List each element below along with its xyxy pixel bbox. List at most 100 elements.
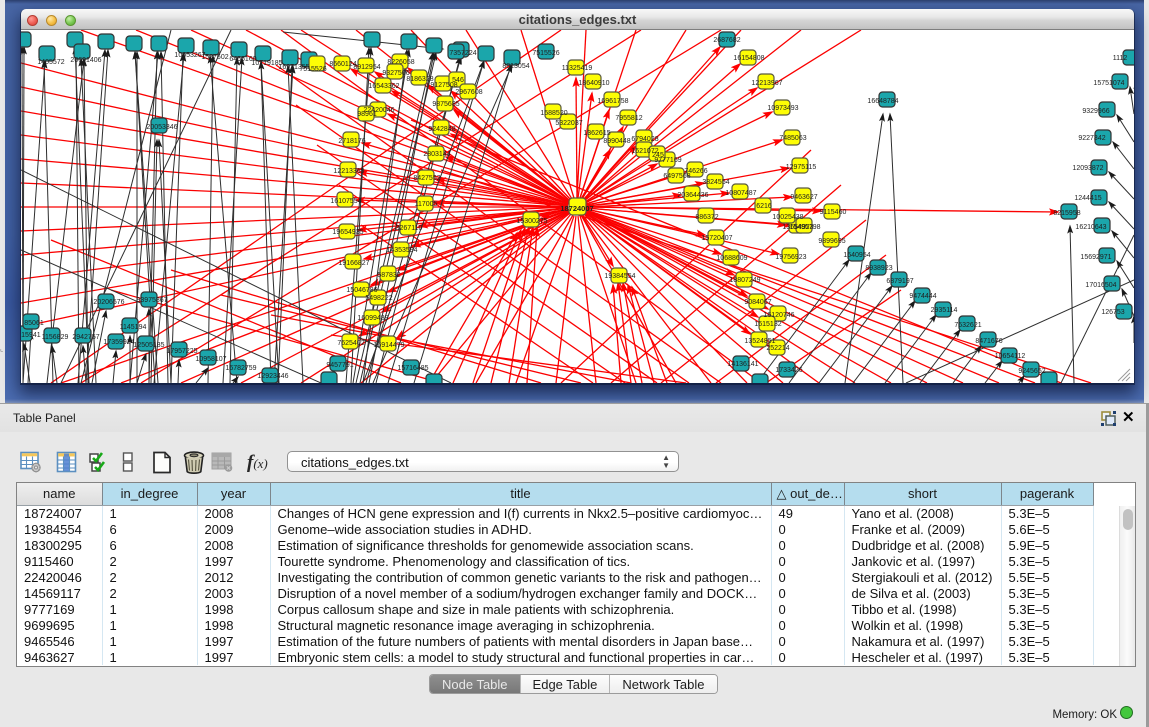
svg-text:7515526: 7515526: [532, 50, 559, 57]
svg-text:16648784: 16648784: [867, 98, 898, 105]
svg-text:6794028: 6794028: [631, 136, 658, 143]
svg-text:8912954: 8912954: [353, 64, 380, 71]
svg-text:10025438: 10025438: [772, 214, 803, 221]
svg-text:19654935: 19654935: [332, 229, 363, 236]
svg-text:6497568: 6497568: [663, 173, 690, 180]
svg-text:10973493: 10973493: [767, 105, 798, 112]
svg-text:252214: 252214: [766, 345, 789, 352]
svg-text:126753: 126753: [1101, 309, 1124, 316]
svg-text:1145194: 1145194: [120, 324, 147, 331]
svg-text:17016504: 17016504: [1085, 282, 1116, 289]
svg-text:16107554: 16107554: [330, 198, 361, 205]
svg-text:9227342: 9227342: [1078, 135, 1105, 142]
svg-text:19166827: 19166827: [338, 260, 369, 267]
svg-text:16099489: 16099489: [357, 315, 388, 322]
svg-text:3824554: 3824554: [702, 179, 729, 186]
svg-text:19756923: 19756923: [775, 254, 806, 261]
svg-text:546: 546: [452, 77, 464, 84]
svg-text:1156829: 1156829: [42, 334, 69, 341]
svg-text:15046786: 15046786: [346, 287, 377, 294]
svg-text:5498222: 5498222: [365, 295, 392, 302]
svg-text:15495798: 15495798: [789, 224, 820, 231]
svg-text:8226058: 8226058: [387, 59, 414, 66]
svg-text:1640954: 1640954: [843, 252, 870, 259]
svg-text:8938923: 8938923: [865, 265, 892, 272]
svg-text:1588520: 1588520: [540, 110, 567, 117]
svg-text:5322037: 5322037: [555, 120, 582, 127]
svg-text:1112: 1112: [1113, 55, 1128, 62]
svg-text:9084067: 9084067: [744, 299, 771, 306]
svg-text:10654112: 10654112: [995, 353, 1026, 360]
svg-text:20053346: 20053346: [146, 124, 177, 131]
svg-text:10958107: 10958107: [195, 356, 226, 363]
svg-text:15692971: 15692971: [1080, 254, 1111, 261]
svg-text:1362615: 1362615: [583, 130, 610, 137]
svg-text:8813054: 8813054: [502, 63, 529, 70]
svg-text:20364436: 20364436: [677, 192, 708, 199]
svg-text:11325419: 11325419: [562, 65, 593, 72]
svg-text:587832: 587832: [377, 272, 400, 279]
svg-text:1244415: 1244415: [1074, 195, 1101, 202]
svg-text:10807487: 10807487: [725, 190, 756, 197]
svg-text:9474444: 9474444: [909, 293, 936, 300]
svg-text:8427552: 8427552: [413, 175, 440, 182]
svg-text:16961758: 16961758: [597, 98, 628, 105]
svg-text:93975867: 93975867: [136, 297, 167, 304]
svg-text:12213369: 12213369: [333, 168, 364, 175]
svg-text:15300275: 15300275: [516, 218, 547, 225]
svg-text:2935114: 2935114: [931, 307, 958, 314]
svg-text:17359924: 17359924: [103, 339, 134, 346]
svg-text:18724007: 18724007: [560, 204, 593, 213]
svg-text:15720407: 15720407: [701, 235, 732, 242]
svg-text:7515526: 7515526: [299, 66, 326, 73]
svg-text:15751074: 15751074: [1093, 80, 1124, 87]
svg-text:16120746: 16120746: [763, 312, 794, 319]
svg-text:7357224: 7357224: [449, 50, 476, 57]
svg-text:1615132: 1615132: [754, 321, 781, 328]
svg-text:14136141: 14136141: [727, 361, 758, 368]
svg-text:8990448: 8990448: [603, 138, 630, 145]
svg-text:117005: 117005: [415, 201, 438, 208]
svg-text:886372: 886372: [695, 214, 718, 221]
svg-text:7632621: 7632621: [954, 322, 981, 329]
svg-text:12093872: 12093872: [1072, 165, 1103, 172]
svg-text:9875685: 9875685: [432, 101, 459, 108]
svg-text:8215958: 8215958: [1053, 210, 1080, 217]
svg-text:12923446: 12923446: [257, 373, 288, 380]
svg-text:12213967: 12213967: [751, 80, 782, 87]
svg-text:19384554: 19384554: [604, 273, 635, 280]
svg-text:1527602: 1527602: [201, 54, 228, 61]
svg-text:7485063: 7485063: [779, 135, 806, 142]
svg-text:17957225: 17957225: [166, 348, 197, 355]
svg-text:6879197: 6879197: [886, 278, 913, 285]
svg-text:15716485: 15716485: [397, 365, 428, 372]
svg-text:8471676: 8471676: [975, 338, 1002, 345]
svg-text:1405572: 1405572: [37, 59, 64, 66]
svg-text:9245652: 9245652: [1018, 368, 1045, 375]
svg-text:16210643: 16210643: [1075, 224, 1106, 231]
svg-text:7955812: 7955812: [615, 115, 642, 122]
svg-text:12975115: 12975115: [786, 164, 817, 171]
svg-text:16154808: 16154808: [733, 55, 764, 62]
svg-text:13524851: 13524851: [744, 338, 775, 345]
svg-text:3915941: 3915941: [21, 332, 41, 339]
svg-text:10688609: 10688609: [716, 255, 747, 262]
svg-text:16914479: 16914479: [373, 342, 404, 349]
svg-text:9329966: 9329966: [1082, 108, 1109, 115]
svg-text:16543362: 16543362: [368, 83, 399, 90]
svg-text:3267110: 3267110: [396, 225, 423, 232]
svg-text:18807249: 18807249: [729, 277, 760, 284]
svg-text:9899695: 9899695: [818, 238, 845, 245]
svg-text:20691406: 20691406: [70, 57, 101, 64]
svg-text:9463627: 9463627: [790, 194, 817, 201]
svg-text:20206576: 20206576: [93, 299, 124, 306]
svg-text:16782759: 16782759: [225, 365, 256, 372]
svg-text:1733426: 1733426: [775, 367, 802, 374]
svg-text:2803144: 2803144: [423, 151, 450, 158]
svg-text:2942757: 2942757: [72, 334, 99, 341]
svg-text:7625402: 7625402: [337, 340, 364, 347]
svg-text:9457791: 9457791: [326, 362, 353, 369]
svg-text:98961: 98961: [357, 111, 377, 118]
svg-text:9115460: 9115460: [820, 209, 847, 216]
svg-text:12505135: 12505135: [133, 342, 164, 349]
